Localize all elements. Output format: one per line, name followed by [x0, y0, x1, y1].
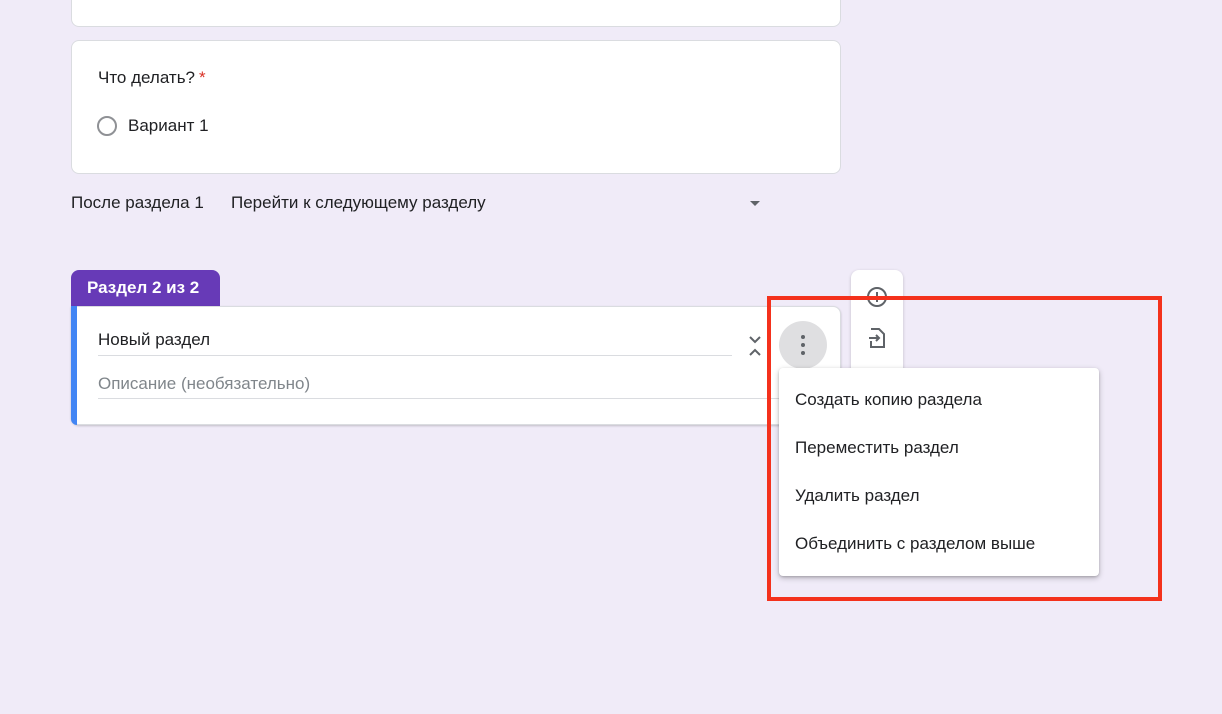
section-header-card[interactable]: Новый раздел Описание (необязательно) — [71, 306, 841, 425]
dropdown-caret-icon[interactable] — [750, 201, 760, 206]
question-card[interactable]: Что делать? * Вариант 1 — [71, 40, 841, 174]
after-section-label: После раздела 1 — [71, 193, 204, 212]
option-label: Вариант 1 — [128, 116, 209, 135]
goto-section-select[interactable]: Перейти к следующему разделу — [231, 193, 486, 213]
description-underline — [98, 398, 788, 399]
section-title-input[interactable]: Новый раздел — [98, 330, 210, 350]
active-accent-bar — [71, 306, 77, 425]
section-description-input[interactable]: Описание (необязательно) — [98, 374, 310, 394]
previous-card — [71, 0, 841, 27]
radio-icon[interactable] — [97, 116, 117, 136]
highlight-box — [767, 296, 1162, 601]
title-underline — [98, 355, 732, 356]
question-title: Что делать? * — [98, 68, 206, 87]
required-asterisk: * — [199, 68, 206, 87]
collapse-icon[interactable] — [748, 333, 762, 359]
section-tab: Раздел 2 из 2 — [71, 270, 220, 307]
